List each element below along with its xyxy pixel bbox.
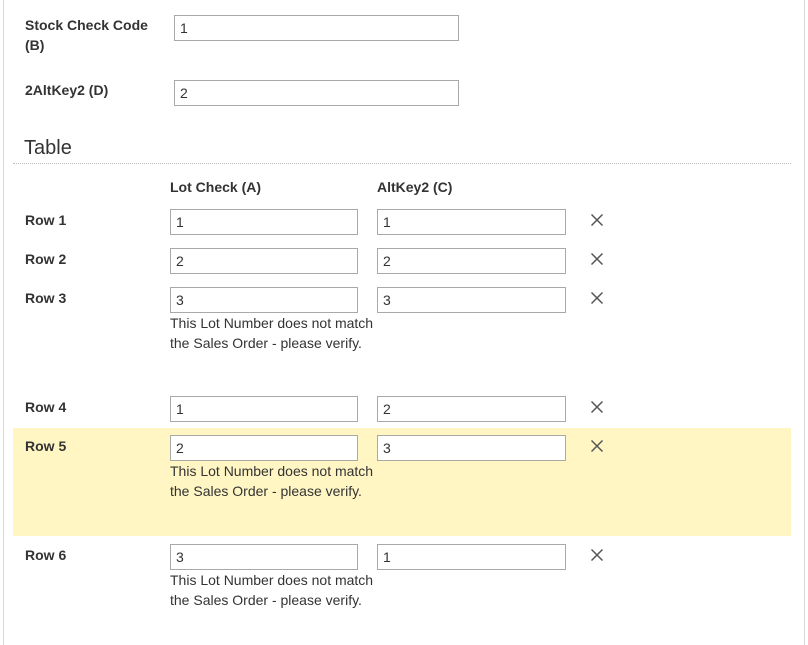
table-row: Row 2 [13, 240, 791, 279]
lot-mismatch-warning: This Lot Number does not match the Sales… [170, 572, 374, 608]
form-page: Stock Check Code (B) 2AltKey2 (D) Table … [0, 0, 808, 645]
table-row: Row 4 [13, 388, 791, 427]
stock-check-code-label: Stock Check Code (B) [25, 17, 148, 53]
lot-check-input[interactable] [170, 287, 358, 313]
row-label: Row 6 [25, 547, 67, 563]
lot-check-input[interactable] [170, 248, 358, 274]
alt-key2-row-input[interactable] [377, 435, 566, 461]
frame-left-border [3, 0, 4, 645]
table-section-title: Table [24, 137, 72, 159]
lot-mismatch-warning: This Lot Number does not match the Sales… [170, 315, 374, 351]
row-label: Row 1 [25, 212, 67, 228]
close-x-icon[interactable] [588, 546, 606, 564]
stock-check-code-input[interactable] [174, 15, 459, 41]
lot-mismatch-warning: This Lot Number does not match the Sales… [170, 463, 374, 499]
close-x-icon[interactable] [588, 289, 606, 307]
lot-check-input[interactable] [170, 544, 358, 570]
alt-key2-label: 2AltKey2 (D) [25, 82, 109, 98]
alt-key2-row-input[interactable] [377, 287, 566, 313]
lot-check-input[interactable] [170, 209, 358, 235]
alt-key2-row-input[interactable] [377, 248, 566, 274]
close-x-icon[interactable] [588, 211, 606, 229]
table-row: Row 3 This Lot Number does not match the… [13, 279, 791, 388]
row-label: Row 3 [25, 290, 67, 306]
lot-check-input[interactable] [170, 396, 358, 422]
table-row: Row 1 [13, 201, 791, 240]
row-label: Row 2 [25, 251, 67, 267]
close-x-icon[interactable] [588, 437, 606, 455]
alt-key2-row-input[interactable] [377, 396, 566, 422]
frame-right-border [804, 0, 805, 645]
row-label: Row 4 [25, 399, 67, 415]
row-label: Row 5 [25, 438, 67, 454]
alt-key2-row-input[interactable] [377, 544, 566, 570]
section-divider [13, 163, 791, 164]
table-row-highlighted: Row 5 This Lot Number does not match the… [13, 428, 791, 536]
column-header-alt-key2: AltKey2 (C) [377, 179, 453, 195]
column-header-lot-check: Lot Check (A) [170, 179, 261, 195]
alt-key2-row-input[interactable] [377, 209, 566, 235]
table-row: Row 6 This Lot Number does not match the… [13, 536, 791, 645]
lot-check-input[interactable] [170, 435, 358, 461]
alt-key2-input[interactable] [174, 80, 459, 106]
close-x-icon[interactable] [588, 398, 606, 416]
close-x-icon[interactable] [588, 250, 606, 268]
